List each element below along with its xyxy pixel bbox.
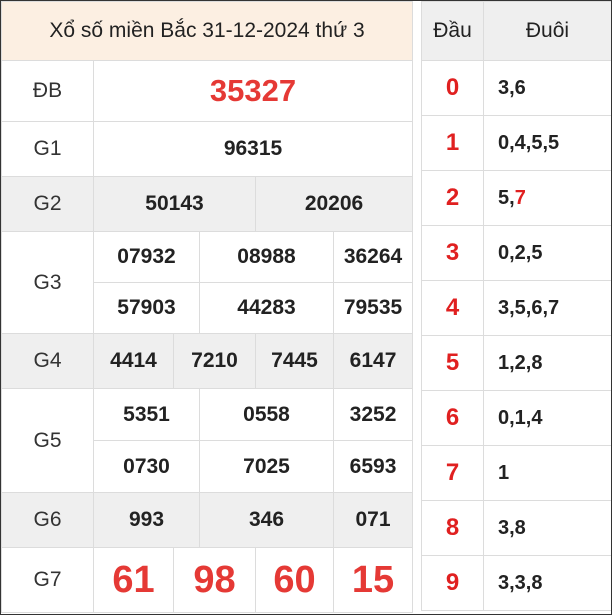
- g5-number: 0558: [199, 388, 334, 441]
- loto-head: 6: [421, 390, 484, 446]
- g5-number: 3252: [332, 388, 414, 441]
- g2-number: 50143: [93, 176, 256, 232]
- loto-head: 8: [421, 500, 484, 556]
- loto-head: 4: [421, 280, 484, 336]
- loto-row: 4 3,5,6,7: [421, 280, 611, 336]
- g2-number: 20206: [254, 176, 414, 232]
- loto-row: 1 0,4,5,5: [421, 115, 611, 171]
- loto-head: 3: [421, 225, 484, 281]
- g5-number: 7025: [199, 440, 334, 493]
- g4-number: 6147: [332, 333, 414, 389]
- loto-row: 2 5,7: [421, 170, 611, 226]
- loto-tail-highlight: 7: [514, 186, 526, 209]
- loto-table-wrapper: Đầu Đuôi 0 3,6 1 0,4,5,5 2 5,7 3 0,2,5 4…: [421, 1, 611, 611]
- loto-row: 8 3,8: [421, 500, 611, 556]
- g3-number: 57903: [93, 282, 200, 334]
- g3-number: 36264: [332, 231, 414, 283]
- loto-head: 0: [421, 60, 484, 116]
- prize-label-g7: G7: [1, 547, 94, 613]
- g7-number: 60: [255, 547, 334, 613]
- loto-head: 1: [421, 115, 484, 171]
- loto-head-column-header: Đầu: [421, 1, 484, 61]
- loto-tail: 0,1,4: [483, 390, 611, 446]
- g3-number: 08988: [199, 231, 334, 283]
- loto-tail: 3,5,6,7: [483, 280, 611, 336]
- results-table: Xổ số miền Bắc 31-12-2024 thứ 3 ĐB 35327…: [1, 1, 414, 613]
- loto-head: 9: [421, 555, 484, 611]
- results-title: Xổ số miền Bắc 31-12-2024 thứ 3: [1, 1, 414, 61]
- loto-tail: 3,8: [483, 500, 611, 556]
- loto-row: 3 0,2,5: [421, 225, 611, 281]
- loto-head: 7: [421, 445, 484, 501]
- loto-tail: 3,3,8: [483, 555, 611, 611]
- prize-label-g4: G4: [1, 333, 94, 389]
- lottery-result-panel: Xổ số miền Bắc 31-12-2024 thứ 3 ĐB 35327…: [0, 0, 612, 615]
- special-prize-number: 35327: [92, 60, 414, 122]
- g3-number: 79535: [332, 282, 414, 334]
- prize-label-g6: G6: [1, 492, 94, 548]
- loto-tail: 0,4,5,5: [483, 115, 611, 171]
- g3-number: 44283: [199, 282, 334, 334]
- loto-head: 5: [421, 335, 484, 391]
- g5-number: 6593: [332, 440, 414, 493]
- loto-row: 6 0,1,4: [421, 390, 611, 446]
- g6-number: 993: [93, 492, 200, 548]
- g7-number: 61: [93, 547, 174, 613]
- g7-number: 98: [173, 547, 256, 613]
- prize-label-g2: G2: [1, 176, 94, 232]
- loto-row: 9 3,3,8: [421, 555, 611, 611]
- g5-number: 5351: [93, 388, 200, 441]
- g3-number: 07932: [93, 231, 200, 283]
- loto-tail: 0,2,5: [483, 225, 611, 281]
- loto-tail-plain: 5,: [498, 186, 515, 209]
- g4-number: 7445: [255, 333, 334, 389]
- prize-label-g3: G3: [1, 231, 94, 334]
- loto-tail: 3,6: [483, 60, 611, 116]
- loto-tail: 1,2,8: [483, 335, 611, 391]
- loto-tail: 5,7: [483, 170, 611, 226]
- loto-row: 7 1: [421, 445, 611, 501]
- g7-number: 15: [332, 547, 414, 613]
- g1-number: 96315: [92, 121, 414, 177]
- prize-label-g1: G1: [1, 121, 94, 177]
- g4-number: 4414: [93, 333, 174, 389]
- loto-tail-column-header: Đuôi: [483, 1, 611, 61]
- g5-number: 0730: [93, 440, 200, 493]
- loto-row: 5 1,2,8: [421, 335, 611, 391]
- prize-label-g5: G5: [1, 388, 94, 493]
- results-table-wrapper: Xổ số miền Bắc 31-12-2024 thứ 3 ĐB 35327…: [1, 1, 414, 613]
- loto-tail: 1: [483, 445, 611, 501]
- prize-label-db: ĐB: [1, 60, 94, 122]
- g6-number: 071: [332, 492, 414, 548]
- g4-number: 7210: [173, 333, 256, 389]
- loto-head: 2: [421, 170, 484, 226]
- loto-row: 0 3,6: [421, 60, 611, 116]
- g6-number: 346: [199, 492, 334, 548]
- loto-table: Đầu Đuôi 0 3,6 1 0,4,5,5 2 5,7 3 0,2,5 4…: [421, 1, 611, 611]
